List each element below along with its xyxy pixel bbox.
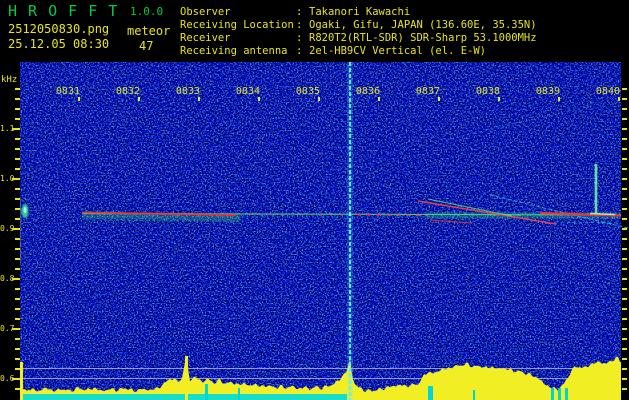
left-echo-blob-core xyxy=(23,207,27,213)
time-axis-label: 0840 xyxy=(595,86,620,97)
time-axis-label: 0831 xyxy=(55,86,80,97)
noise-field xyxy=(20,62,621,400)
time-axis-label: 0839 xyxy=(535,86,560,97)
freq-axis-label: 0.6 xyxy=(0,374,15,383)
freq-axis-label: 1.1 xyxy=(0,124,15,133)
signal-spike xyxy=(20,362,23,400)
y-axis-unit-label: kHz xyxy=(1,75,18,85)
station-info-value: R820T2(RTL-SDR) SDR-Sharp 53.1000MHz xyxy=(309,32,537,44)
cyan-gap-column xyxy=(565,388,568,400)
app-title: H R O F F T xyxy=(8,2,119,20)
station-info-value: Takanori Kawachi xyxy=(309,6,411,18)
time-axis-label: 0837 xyxy=(415,86,440,97)
station-info-label: Receiving Location xyxy=(180,19,294,31)
cyan-base-strip xyxy=(20,394,347,400)
freq-axis-label: 0.9 xyxy=(0,224,15,233)
station-info-row: Observer: Takanori Kawachi xyxy=(180,6,410,18)
time-axis-label: 0832 xyxy=(115,86,140,97)
cyan-gap-column xyxy=(205,384,208,400)
freq-axis-label: 1.0 xyxy=(0,174,15,183)
cyan-gap-column xyxy=(428,386,433,400)
cyan-gap-column xyxy=(473,390,475,400)
station-info-row: Receiving Location: Ogaki, Gifu, JAPAN (1… xyxy=(180,19,537,31)
station-info-row: Receiver: R820T2(RTL-SDR) SDR-Sharp 53.10… xyxy=(180,32,537,44)
cyan-gap-column xyxy=(238,388,240,400)
time-axis-label: 0833 xyxy=(175,86,200,97)
capture-datetime: 25.12.05 08:30 xyxy=(8,37,110,51)
station-info-label: Receiving antenna xyxy=(180,45,288,57)
station-info-separator: : xyxy=(296,19,303,31)
time-axis-label: 0838 xyxy=(475,86,500,97)
station-info-value: Ogaki, Gifu, JAPAN (136.60E, 35.35N) xyxy=(309,19,537,31)
station-info-separator: : xyxy=(296,32,303,44)
station-info-label: Observer xyxy=(180,6,231,18)
hrofft-spectrogram-screen: H R O F F T 1.0.0 2512050830.png meteor … xyxy=(0,0,629,400)
app-version: 1.0.0 xyxy=(130,5,164,18)
freq-axis-label: 0.8 xyxy=(0,274,15,283)
echo-count: 47 xyxy=(139,39,154,53)
station-info-separator: : xyxy=(296,45,303,57)
time-axis-label: 0834 xyxy=(235,86,260,97)
station-info-separator: : xyxy=(296,6,303,18)
freq-axis-label: 0.7 xyxy=(0,324,15,333)
station-info-value: 2el-HB9CV Vertical (el. E-W) xyxy=(309,45,487,57)
spectrogram-canvas xyxy=(12,62,629,400)
capture-filename: 2512050830.png xyxy=(8,22,110,36)
time-axis-label: 0836 xyxy=(355,86,380,97)
time-axis-label: 0835 xyxy=(295,86,320,97)
cyan-gap-column xyxy=(551,388,554,400)
carrier-bright-green-seg xyxy=(589,212,616,216)
mode-label: meteor xyxy=(127,24,171,38)
signal-spike xyxy=(185,356,188,400)
station-info-label: Receiver xyxy=(180,32,231,44)
station-info-row: Receiving antenna:2el-HB9CV Vertical (el… xyxy=(180,45,486,57)
cyan-gap-column xyxy=(558,388,561,400)
